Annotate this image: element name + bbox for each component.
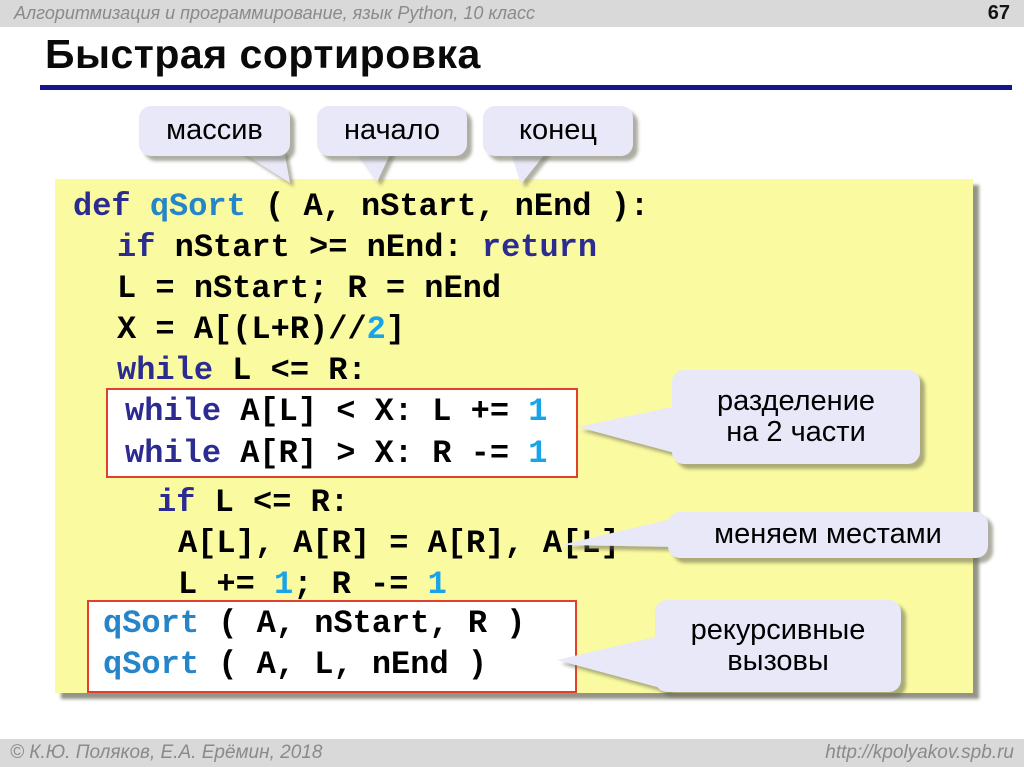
page-title: Быстрая сортировка bbox=[45, 31, 481, 77]
course-title: Алгоритмизация и программирование, язык … bbox=[14, 3, 535, 24]
footer-bar: © К.Ю. Поляков, Е.А. Ерёмин, 2018 http:/… bbox=[0, 737, 1024, 767]
copyright-text: © К.Ю. Поляков, Е.А. Ерёмин, 2018 bbox=[10, 742, 322, 764]
page-number: 67 bbox=[988, 2, 1010, 25]
highlight-box-partition bbox=[106, 388, 578, 478]
callout-end: конец bbox=[483, 106, 633, 156]
callout-array: массив bbox=[139, 106, 290, 156]
callout-recursion: рекурсивные вызовы bbox=[655, 600, 901, 692]
title-underline bbox=[40, 85, 1012, 90]
highlight-box-recursion bbox=[87, 600, 577, 693]
site-url: http://kpolyakov.spb.ru bbox=[825, 742, 1014, 764]
callout-start: начало bbox=[317, 106, 467, 156]
callout-partition: разделение на 2 части bbox=[672, 370, 920, 464]
callout-swap: меняем местами bbox=[668, 512, 988, 558]
slide: Алгоритмизация и программирование, язык … bbox=[0, 0, 1024, 767]
header-bar: Алгоритмизация и программирование, язык … bbox=[0, 0, 1024, 29]
